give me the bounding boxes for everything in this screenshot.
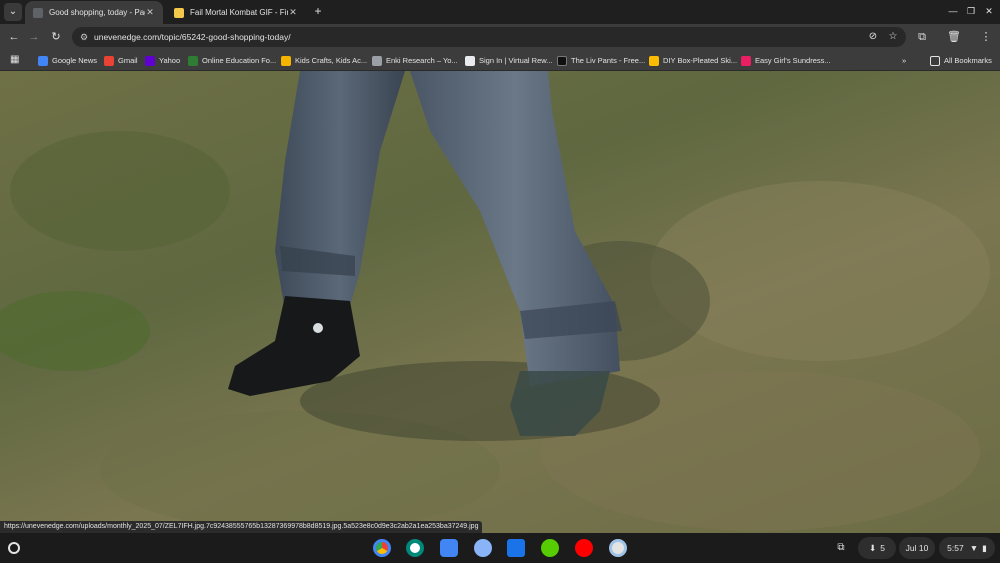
close-window-icon[interactable]: ✕ <box>982 4 996 18</box>
settings-icon[interactable] <box>474 539 492 557</box>
address-bar[interactable]: ⚙ unevenedge.com/topic/65242-good-shoppi… <box>72 27 906 47</box>
google-news-icon <box>38 55 48 66</box>
photo-image <box>0 71 990 531</box>
docs-icon[interactable] <box>440 539 458 557</box>
restore-icon[interactable]: ❐ <box>964 4 978 18</box>
enki-research-icon <box>372 55 382 66</box>
bookmark-online-education[interactable]: Online Education Fo... <box>188 54 276 67</box>
bookmarks-bar: ▦ Google News Gmail Yahoo Online Educati… <box>0 50 1000 71</box>
notification-tray[interactable]: ⬇ 5 <box>858 537 896 559</box>
site-info-icon[interactable]: ⚙ <box>80 30 92 44</box>
delete-icon[interactable]: 🗑 <box>946 29 962 45</box>
sundress-icon <box>741 55 751 66</box>
back-icon[interactable]: ← <box>6 29 22 45</box>
notification-count: 5 <box>880 543 885 553</box>
bookmark-liv-pants[interactable]: The Liv Pants - Free... <box>557 54 645 67</box>
bookmark-label: Online Education Fo... <box>202 56 277 65</box>
bookmark-label: Sign In | Virtual Rew... <box>479 56 553 65</box>
bookmark-enki-research[interactable]: Enki Research – Yo... <box>372 54 458 67</box>
time-label: 5:57 <box>947 543 964 553</box>
bookmark-sign-in[interactable]: Sign In | Virtual Rew... <box>465 54 553 67</box>
date-tray[interactable]: Jul 10 <box>899 537 935 559</box>
bookmark-google-news[interactable]: Google News <box>38 54 97 67</box>
bookmark-label: Kids Crafts, Kids Ac... <box>295 56 368 65</box>
yahoo-icon <box>145 55 155 66</box>
bookmark-label: The Liv Pants - Free... <box>571 56 646 65</box>
bookmark-label: Google News <box>52 56 98 65</box>
new-tab-button[interactable]: + <box>311 4 325 18</box>
launcher-icon[interactable] <box>8 542 20 554</box>
bookmark-yahoo[interactable]: Yahoo <box>145 54 180 67</box>
reload-icon[interactable]: ↻ <box>48 29 64 45</box>
tab-search-icon[interactable]: ⌄ <box>4 3 22 21</box>
forward-icon[interactable]: → <box>26 29 42 45</box>
bookmark-kids-crafts[interactable]: Kids Crafts, Kids Ac... <box>281 54 367 67</box>
liv-pants-icon <box>557 55 567 66</box>
page-content: https://unevenedge.com/uploads/monthly_2… <box>0 71 1000 533</box>
minimize-icon[interactable]: — <box>946 4 960 18</box>
bookmark-label: Yahoo <box>159 56 181 65</box>
os-shelf: ⧉ ⬇ 5 Jul 10 5:57 ▼ ▮ <box>0 533 1000 563</box>
battery-icon: ▮ <box>982 542 987 553</box>
bookmark-label: Easy Girl's Sundress... <box>755 56 831 65</box>
bookmark-label: Gmail <box>118 56 138 65</box>
bookmark-diy-skirt[interactable]: DIY Box-Pleated Ski... <box>649 54 737 67</box>
gmail-icon <box>104 55 114 66</box>
bookmark-label: DIY Box-Pleated Ski... <box>663 56 738 65</box>
browser-window: ⌄ Good shopping, today - Page 2 ✕ Fail M… <box>0 0 1000 563</box>
bookmark-sundress[interactable]: Easy Girl's Sundress... <box>741 54 831 67</box>
meet-icon[interactable] <box>406 539 424 557</box>
star-icon[interactable]: ☆ <box>886 30 900 44</box>
eye-off-icon[interactable]: ⊘ <box>866 30 880 44</box>
online-education-icon <box>188 55 198 66</box>
tab-strip: ⌄ Good shopping, today - Page 2 ✕ Fail M… <box>0 0 1000 24</box>
all-bookmarks-label: All Bookmarks <box>944 56 992 65</box>
url-text[interactable]: unevenedge.com/topic/65242-good-shopping… <box>94 27 291 47</box>
youtube-icon[interactable] <box>575 539 593 557</box>
status-tray[interactable]: 5:57 ▼ ▮ <box>939 537 995 559</box>
wifi-icon: ▼ <box>969 543 979 553</box>
files-icon[interactable] <box>507 539 525 557</box>
toolbar: ← → ↻ ⚙ unevenedge.com/topic/65242-good-… <box>0 24 1000 50</box>
close-tab-icon[interactable]: ✕ <box>288 7 298 18</box>
diy-skirt-icon <box>649 55 659 66</box>
folder-icon <box>930 55 940 66</box>
bookmark-gmail[interactable]: Gmail <box>104 54 138 67</box>
all-bookmarks[interactable]: All Bookmarks <box>930 54 992 67</box>
download-icon: ⬇ <box>869 542 877 553</box>
chrome-icon[interactable] <box>373 539 391 557</box>
date-label: Jul 10 <box>905 543 929 553</box>
apps-grid-icon[interactable]: ▦ <box>10 54 22 66</box>
tab-favicon-icon <box>174 7 184 18</box>
screen-capture-icon[interactable]: ⧉ <box>834 541 848 555</box>
more-menu-icon[interactable]: ⋮ <box>978 29 994 45</box>
bookmarks-overflow-icon[interactable]: » <box>902 54 906 67</box>
tab-mortal-kombat-gif[interactable]: Fail Mortal Kombat GIF - Find & ✕ <box>166 1 306 24</box>
link-status-bubble: https://unevenedge.com/uploads/monthly_2… <box>0 521 483 533</box>
duolingo-icon[interactable] <box>541 539 559 557</box>
tab-title: Fail Mortal Kombat GIF - Find & <box>190 8 288 17</box>
web-app-icon[interactable] <box>609 539 627 557</box>
kids-crafts-icon <box>281 55 291 66</box>
tab-title: Good shopping, today - Page 2 <box>49 8 145 17</box>
close-tab-icon[interactable]: ✕ <box>145 7 155 18</box>
tab-good-shopping[interactable]: Good shopping, today - Page 2 ✕ <box>25 1 163 24</box>
extensions-icon[interactable]: ⧉ <box>914 29 930 45</box>
sign-in-icon <box>465 55 475 66</box>
tab-favicon-icon <box>33 7 43 18</box>
bookmark-label: Enki Research – Yo... <box>386 56 458 65</box>
